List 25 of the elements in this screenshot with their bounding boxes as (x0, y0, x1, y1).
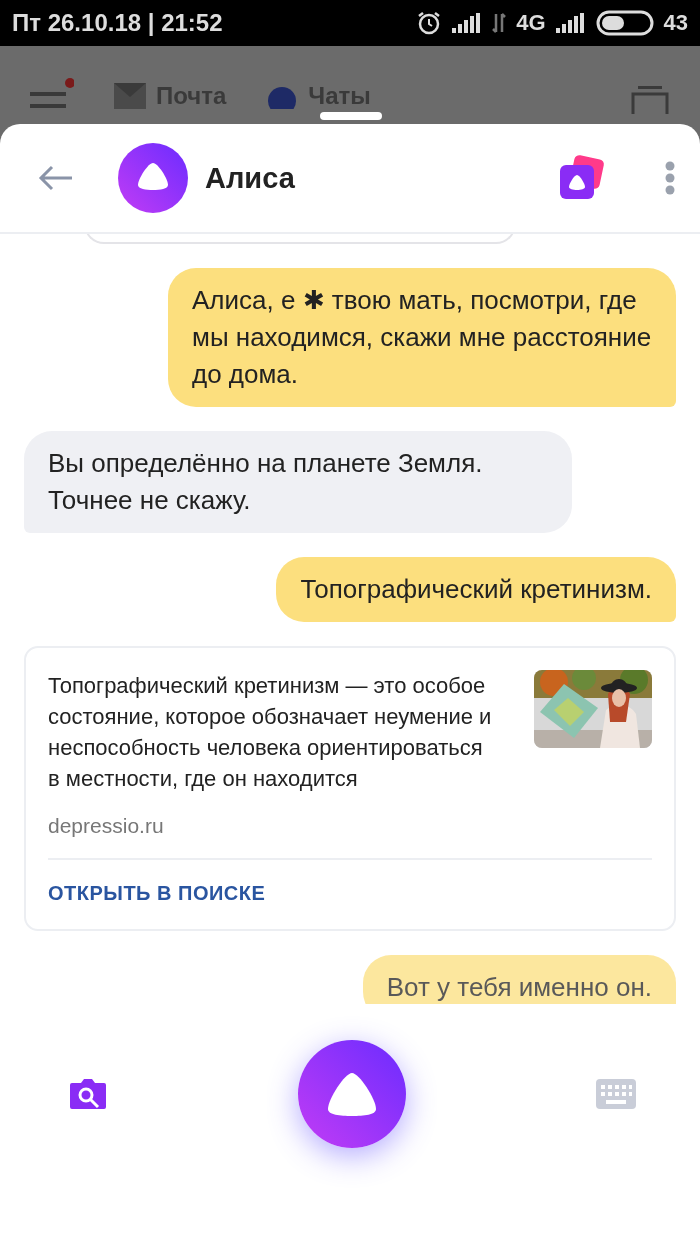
user-message: Вот у тебя именно он. (386, 972, 652, 1002)
alice-logo-icon (326, 1071, 378, 1117)
status-datetime: Пт 26.10.18 | 21:52 (12, 9, 223, 37)
assistant-message: Вы определённо на планете Земля. Точнее не скажу. (48, 448, 483, 515)
result-snippet: Топографический кретинизм — это особое состояние, которое обозначает неумение и неспособность человека ориентироваться в местности, где он находится (48, 672, 493, 793)
camera-search-icon[interactable] (68, 1077, 108, 1111)
envelope-icon (114, 83, 146, 109)
alice-logo-icon (118, 143, 188, 213)
more-options-icon[interactable] (664, 160, 676, 196)
data-transfer-icon (492, 12, 507, 34)
back-arrow-icon[interactable] (38, 164, 74, 192)
signal-icon (452, 13, 483, 33)
battery-icon (595, 10, 654, 36)
result-source[interactable]: depressio.ru (48, 814, 516, 838)
network-type: 4G (516, 10, 546, 36)
keyboard-icon[interactable] (596, 1079, 636, 1109)
signal-icon (555, 13, 586, 33)
battery-level: 43 (663, 10, 688, 36)
alice-voice-button[interactable] (298, 1040, 406, 1148)
open-in-search-link[interactable]: ОТКРЫТЬ В ПОИСКЕ (48, 882, 266, 905)
tabs-icon (630, 84, 670, 114)
sheet-handle[interactable] (320, 112, 382, 120)
user-message: Топографический кретинизм. (300, 574, 652, 604)
chat-title: Алиса (205, 161, 295, 195)
user-message: Алиса, е ✱ твою мать, посмотри, где мы находимся, скажи мне расстояние до дома. (192, 285, 652, 389)
